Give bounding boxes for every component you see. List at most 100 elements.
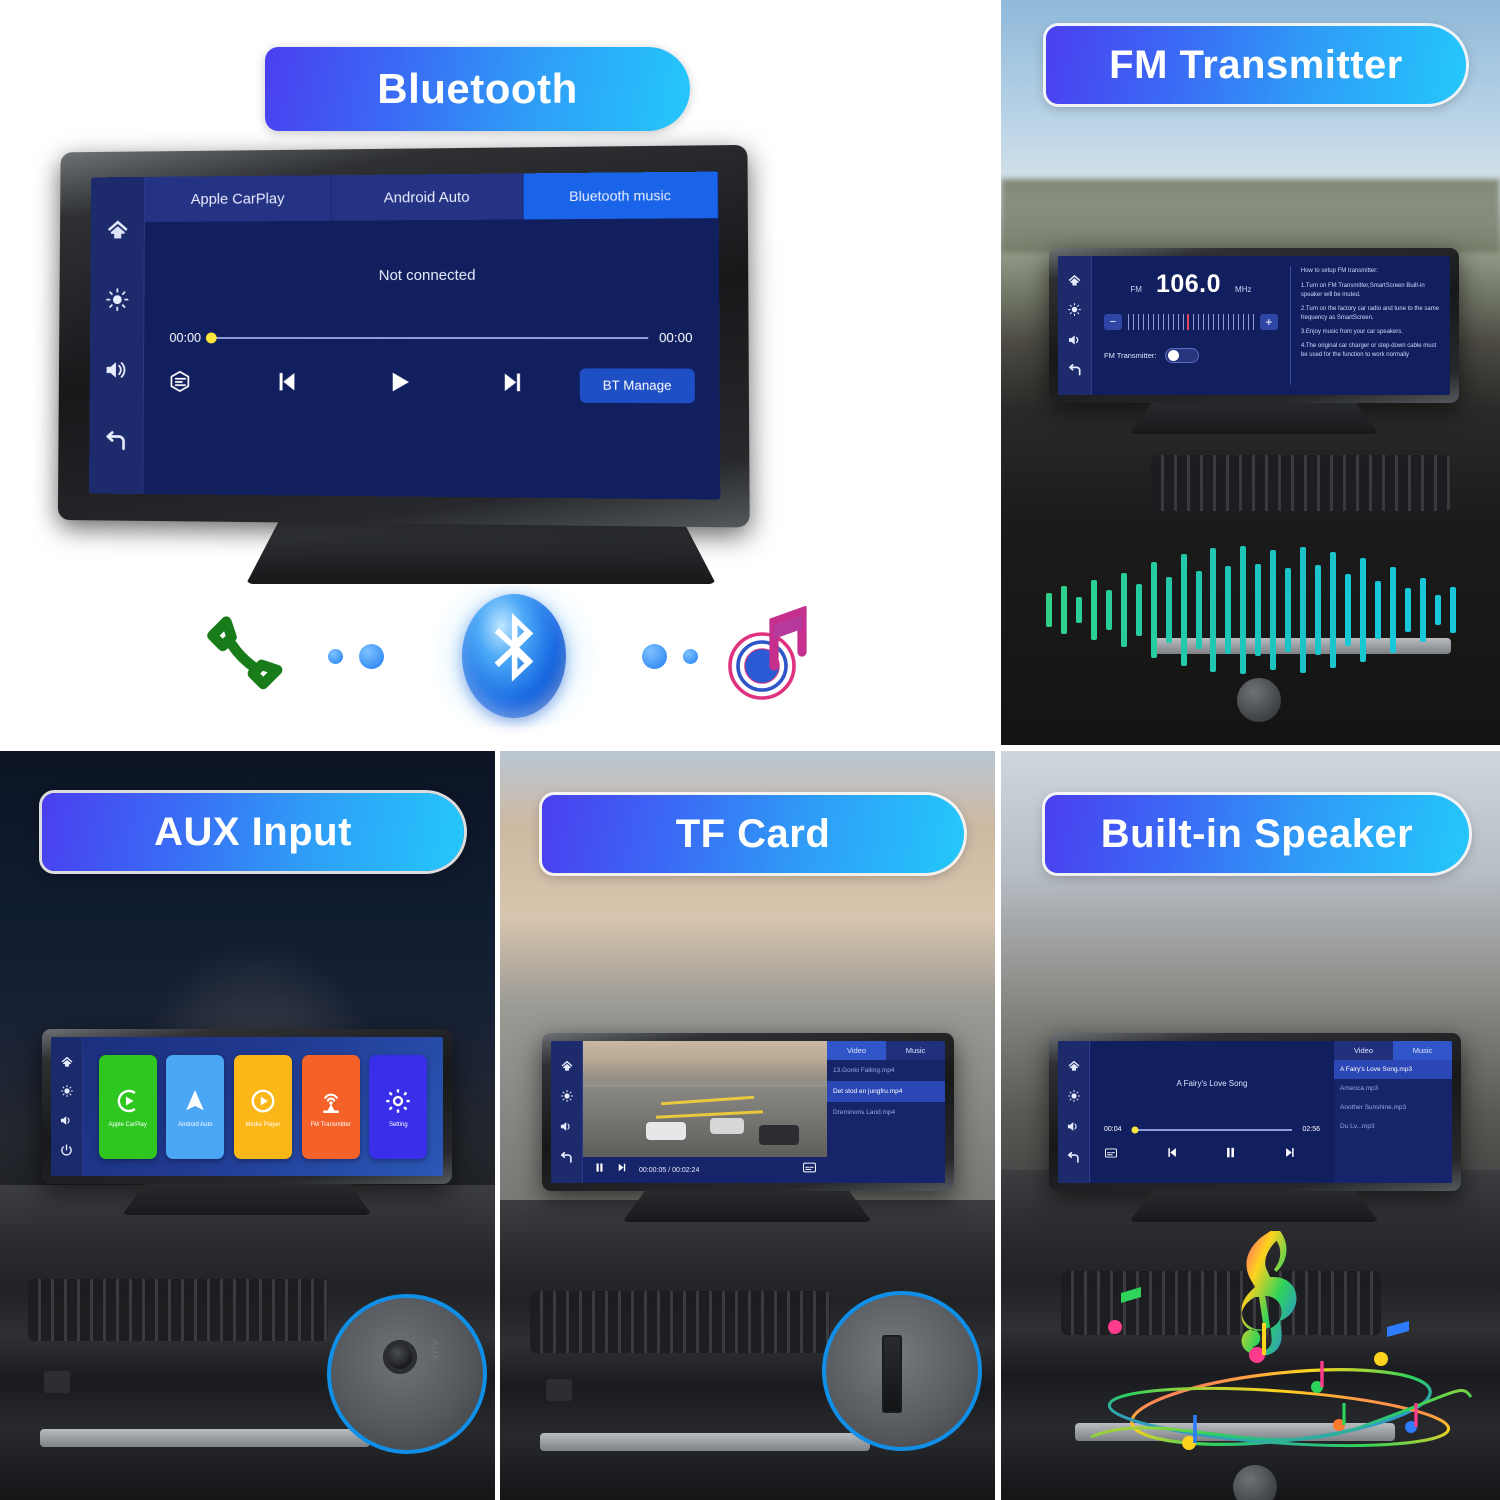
video-player-pane: 00:00:05 / 00:02:24 bbox=[583, 1041, 827, 1183]
home-icon[interactable] bbox=[1067, 273, 1082, 288]
home-icon[interactable] bbox=[1067, 1059, 1081, 1073]
play-icon[interactable] bbox=[342, 367, 456, 402]
banner-label: FM Transmitter bbox=[1109, 42, 1403, 87]
fm-tuning-scale[interactable] bbox=[1128, 314, 1254, 330]
device-stand bbox=[1129, 400, 1379, 434]
wave-bar bbox=[1075, 597, 1082, 623]
volume-icon[interactable] bbox=[59, 1113, 74, 1128]
progress-track[interactable] bbox=[205, 332, 649, 343]
wave-bar bbox=[1374, 581, 1381, 639]
home-icon[interactable] bbox=[60, 1055, 74, 1069]
tab-apple-carplay[interactable]: Apple CarPlay bbox=[144, 175, 333, 222]
wave-bar bbox=[1270, 550, 1277, 670]
file-type-tabs: Video Music bbox=[827, 1041, 945, 1060]
pause-icon[interactable] bbox=[1201, 1145, 1260, 1165]
tf-card-slot-highlight bbox=[822, 1291, 982, 1451]
file-name: Dreminons Land.mp4 bbox=[833, 1109, 896, 1116]
volume-icon[interactable] bbox=[1066, 1119, 1081, 1134]
home-icon[interactable] bbox=[105, 217, 130, 243]
banner-aux-input: AUX Input bbox=[42, 793, 464, 871]
tab-video[interactable]: Video bbox=[1334, 1041, 1393, 1060]
subtitle-icon[interactable] bbox=[802, 1161, 817, 1179]
tab-music[interactable]: Music bbox=[1393, 1041, 1452, 1060]
wave-bar bbox=[1120, 573, 1127, 647]
wave-bar bbox=[1434, 595, 1441, 625]
connection-status: Not connected bbox=[144, 218, 719, 330]
next-icon[interactable] bbox=[1261, 1145, 1320, 1165]
device-screen: 00:00:05 / 00:02:24 Video Music 13.Gonki… bbox=[551, 1041, 945, 1183]
banner-tf-card: TF Card bbox=[542, 795, 964, 873]
list-item[interactable]: A Fairy's Love Song.mp3 bbox=[1334, 1060, 1452, 1079]
brightness-icon[interactable] bbox=[560, 1089, 574, 1103]
wave-bar bbox=[1449, 587, 1456, 633]
power-icon[interactable] bbox=[59, 1143, 74, 1158]
back-icon[interactable] bbox=[1066, 1150, 1081, 1165]
playlist-icon[interactable] bbox=[1104, 1146, 1142, 1164]
brightness-icon[interactable] bbox=[60, 1084, 74, 1098]
wave-bar bbox=[1046, 593, 1052, 627]
list-item[interactable]: Another Sunshine.mp3 bbox=[1334, 1098, 1452, 1117]
progress-track[interactable] bbox=[1131, 1126, 1293, 1133]
tab-label: Music bbox=[1412, 1046, 1433, 1055]
list-item[interactable]: America.mp3 bbox=[1334, 1079, 1452, 1098]
app-tile-media-player[interactable]: Media Player bbox=[233, 1054, 292, 1159]
device-screen: FM 106.0 MHz − + FM Transmitter: How to … bbox=[1058, 256, 1450, 395]
list-item[interactable]: Du Lv...mp3 bbox=[1334, 1117, 1452, 1136]
playback-progress[interactable]: 00:00 00:00 bbox=[144, 330, 719, 345]
brightness-icon[interactable] bbox=[1067, 302, 1082, 317]
dashboard-vent bbox=[1151, 455, 1451, 511]
brightness-icon[interactable] bbox=[104, 286, 129, 312]
tab-label: Video bbox=[846, 1046, 867, 1055]
fm-minus-button[interactable]: − bbox=[1104, 314, 1122, 330]
tab-music[interactable]: Music bbox=[886, 1041, 945, 1060]
wave-bar bbox=[1105, 590, 1112, 630]
playback-progress[interactable]: 00:04 02:56 bbox=[1104, 1126, 1320, 1133]
volume-icon[interactable] bbox=[1067, 332, 1083, 348]
playback-controls: BT Manage bbox=[144, 345, 720, 403]
screen-sidebar bbox=[551, 1041, 583, 1183]
volume-icon[interactable] bbox=[103, 356, 129, 383]
wave-bar bbox=[1150, 562, 1157, 658]
signal-dot-large-right bbox=[642, 643, 667, 669]
fm-plus-button[interactable]: + bbox=[1259, 314, 1278, 330]
back-icon[interactable] bbox=[1067, 362, 1083, 378]
fm-help-step: 4.The original car charger or step-down … bbox=[1300, 343, 1437, 358]
wave-bar bbox=[1285, 568, 1292, 652]
tab-android-auto[interactable]: Android Auto bbox=[331, 173, 524, 221]
tab-bluetooth-music[interactable]: Bluetooth music bbox=[523, 171, 719, 220]
fm-tuning-marker bbox=[1187, 314, 1190, 330]
wave-bar bbox=[1255, 564, 1262, 656]
head-unit-speaker: A Fairy's Love Song 00:04 02:56 Video Mu… bbox=[1049, 1033, 1461, 1191]
app-tile-fm-transmitter[interactable]: FM Transmitter bbox=[301, 1054, 360, 1159]
list-item[interactable]: Det stod en jungfru.mp4 bbox=[827, 1081, 945, 1102]
previous-icon[interactable] bbox=[1142, 1145, 1201, 1165]
home-icon[interactable] bbox=[560, 1059, 574, 1073]
list-item[interactable]: 13.Gonki Falling.mp4 bbox=[827, 1060, 945, 1081]
progress-knob[interactable] bbox=[205, 332, 217, 343]
signal-dot-small-right bbox=[683, 648, 698, 664]
brightness-icon[interactable] bbox=[1067, 1089, 1081, 1103]
pause-icon[interactable] bbox=[593, 1161, 606, 1179]
app-tile-apple-carplay[interactable]: Apple CarPlay bbox=[98, 1054, 157, 1159]
back-icon[interactable] bbox=[559, 1150, 574, 1165]
volume-icon[interactable] bbox=[559, 1119, 574, 1134]
tab-video[interactable]: Video bbox=[827, 1041, 886, 1060]
progress-knob[interactable] bbox=[1131, 1126, 1139, 1133]
bt-manage-button[interactable]: BT Manage bbox=[579, 367, 695, 403]
list-item[interactable]: Dreminons Land.mp4 bbox=[827, 1102, 945, 1123]
playlist-icon[interactable] bbox=[167, 369, 230, 400]
next-icon[interactable] bbox=[456, 367, 572, 403]
app-tile-setting[interactable]: Setting bbox=[369, 1054, 428, 1159]
media-player: 00:00:05 / 00:02:24 Video Music 13.Gonki… bbox=[583, 1041, 945, 1183]
back-icon[interactable] bbox=[103, 427, 129, 454]
banner-label: AUX Input bbox=[154, 809, 352, 854]
device-screen: Apple CarPlay Android Auto Bluetooth mus… bbox=[88, 171, 721, 500]
next-icon[interactable] bbox=[616, 1161, 629, 1179]
video-preview[interactable] bbox=[583, 1041, 827, 1157]
app-tile-android-auto[interactable]: Android Auto bbox=[166, 1054, 225, 1159]
divider-vertical-bottom-left bbox=[495, 751, 500, 1500]
previous-icon[interactable] bbox=[230, 367, 343, 402]
fm-band-label: FM bbox=[1130, 285, 1142, 294]
screen-sidebar bbox=[1058, 256, 1092, 395]
fm-transmitter-toggle[interactable] bbox=[1164, 348, 1199, 363]
